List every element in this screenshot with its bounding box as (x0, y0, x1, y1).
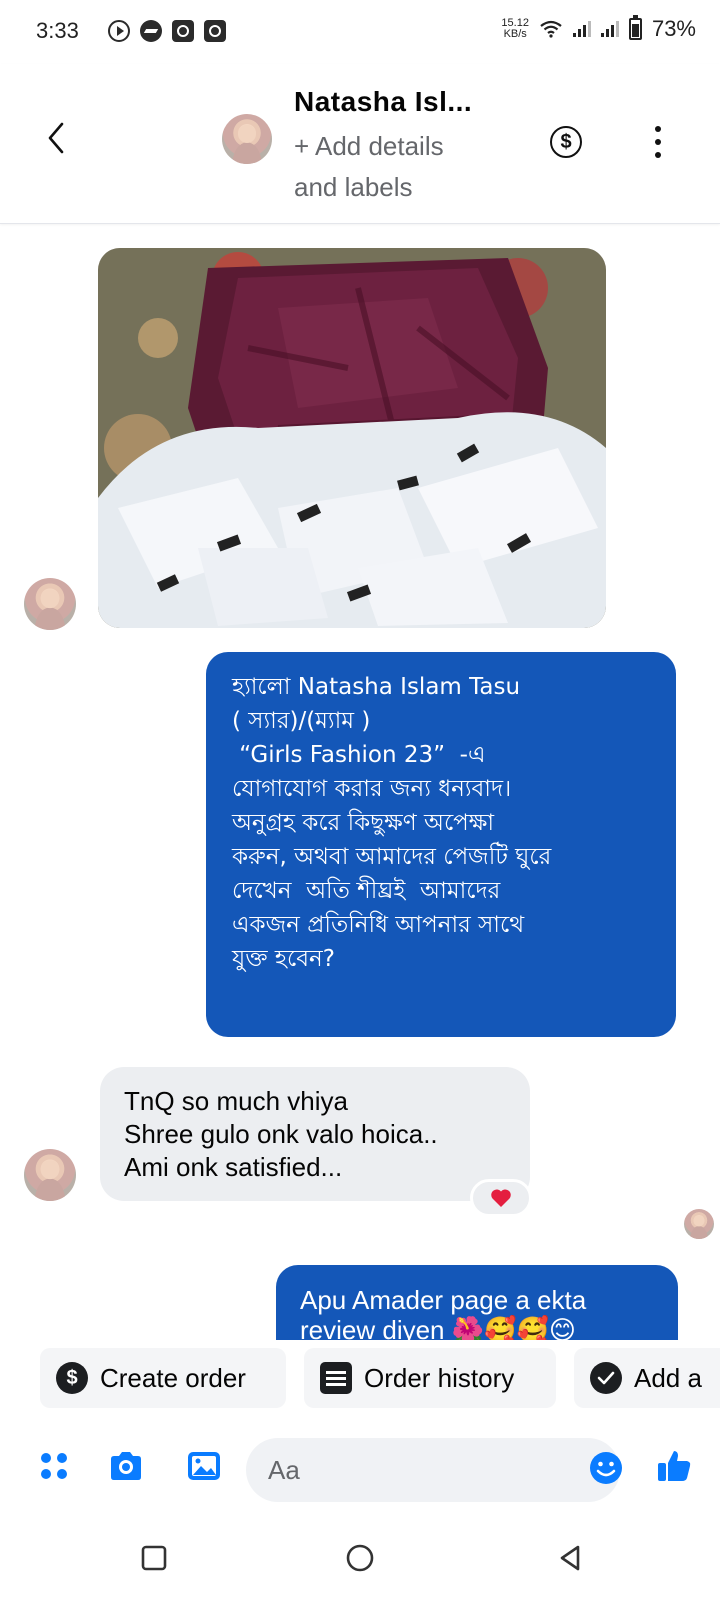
message-composer: Aa (0, 1430, 720, 1510)
signal-icon (572, 21, 591, 37)
create-order-button[interactable]: $ Create order (40, 1348, 286, 1408)
check-circle-icon (590, 1362, 622, 1394)
message-line: হ্যালো Natasha Islam Tasu (232, 674, 521, 700)
message-line: Apu Amader page a ekta (300, 1285, 587, 1315)
chat-header: Natasha Isl... + Add details and labels … (0, 64, 720, 224)
outgoing-message-bubble[interactable]: হ্যালো Natasha Islam Tasu ( স্যার)/(ম্যা… (206, 652, 676, 1037)
camera-notification-icon (204, 20, 226, 42)
network-speed-unit: KB/s (503, 28, 527, 40)
status-bar: 3:33 15.12 KB/s 73% (0, 0, 720, 64)
system-icons: 15.12 KB/s 73% (501, 15, 696, 42)
battery-level: 73% (651, 16, 696, 41)
message-line: Shree gulo onk valo hoica.. (124, 1119, 438, 1149)
message-line: করুন, অথবা আমাদের পেজটি ঘুরে (232, 844, 552, 870)
seen-avatar (684, 1209, 714, 1239)
thumbs-up-icon[interactable] (652, 1444, 696, 1488)
signal-icon (600, 21, 619, 37)
message-list[interactable]: হ্যালো Natasha Islam Tasu ( স্যার)/(ম্যা… (0, 225, 720, 1340)
wifi-icon (540, 20, 562, 38)
system-nav-bar (0, 1520, 720, 1600)
order-history-button[interactable]: Order history (304, 1348, 556, 1408)
back-triangle-icon (560, 1545, 580, 1571)
message-line: যুক্ত হবেন? (232, 946, 335, 972)
outgoing-message-bubble[interactable]: Apu Amader page a ekta review diyen 🌺🥰🥰😊 (276, 1265, 678, 1340)
add-button[interactable]: Add a (574, 1348, 720, 1408)
contact-avatar[interactable] (24, 578, 76, 630)
contact-avatar[interactable] (222, 114, 272, 164)
message-line: একজন প্রতিনিধি আপনার সাথে (232, 912, 525, 938)
back-button[interactable] (38, 116, 74, 160)
dollar-circle-icon: $ (56, 1362, 88, 1394)
camera-notification-icon (172, 20, 194, 42)
photo-message[interactable] (98, 248, 606, 628)
recents-square-icon (141, 1545, 167, 1571)
recents-button[interactable] (134, 1538, 174, 1578)
message-line: ( স্যার)/(ম্যাম ) (232, 708, 371, 734)
message-input-placeholder: Aa (268, 1454, 300, 1485)
order-history-label: Order history (364, 1362, 515, 1393)
messenger-notification-icon (140, 20, 162, 42)
receipt-icon (320, 1362, 352, 1394)
play-notification-icon (108, 20, 130, 42)
dollar-circle-icon[interactable]: $ (550, 126, 582, 158)
incoming-message-bubble[interactable]: TnQ so much vhiya Shree gulo onk valo ho… (100, 1067, 530, 1201)
battery-icon (628, 15, 642, 40)
photo-image (98, 248, 606, 628)
status-time: 3:33 (36, 18, 79, 43)
message-line: অনুগ্রহ করে কিছুক্ষণ অপেক্ষা (232, 810, 495, 836)
message-line: “Girls Fashion 23” -এ (232, 742, 486, 768)
message-reaction[interactable] (470, 1179, 532, 1217)
contact-name[interactable]: Natasha Isl... (294, 86, 472, 118)
network-speed: 15.12 KB/s (501, 18, 529, 40)
menu-dots-icon[interactable] (32, 1444, 76, 1488)
heart-icon (491, 1189, 511, 1207)
camera-icon[interactable] (104, 1444, 148, 1488)
message-input[interactable]: Aa (246, 1438, 620, 1502)
notification-icons (108, 20, 226, 42)
message-line: যোগাযোগ করার জন্য ধন্যবাদ। (232, 776, 512, 802)
create-order-label: Create order (100, 1362, 246, 1393)
message-line: TnQ so much vhiya (124, 1086, 348, 1116)
emoji-icon[interactable] (588, 1450, 624, 1486)
add-details-link[interactable]: + Add details and labels (294, 126, 484, 208)
quick-actions-bar: $ Create order Order history Add a (0, 1340, 720, 1418)
home-button[interactable] (340, 1538, 380, 1578)
more-vertical-icon[interactable] (650, 126, 666, 158)
add-label: Add a (634, 1362, 702, 1393)
contact-avatar[interactable] (24, 1149, 76, 1201)
dollar-symbol: $ (560, 130, 572, 153)
gallery-icon[interactable] (182, 1444, 226, 1488)
home-circle-icon (346, 1544, 374, 1572)
message-line: Ami onk satisfied... (124, 1152, 343, 1182)
message-line: review diyen 🌺🥰🥰😊 (300, 1315, 576, 1340)
back-arrow-icon (48, 122, 64, 154)
message-line: দেখেন অতি শীঘ্রই আমাদের (232, 878, 501, 904)
system-back-button[interactable] (550, 1538, 590, 1578)
